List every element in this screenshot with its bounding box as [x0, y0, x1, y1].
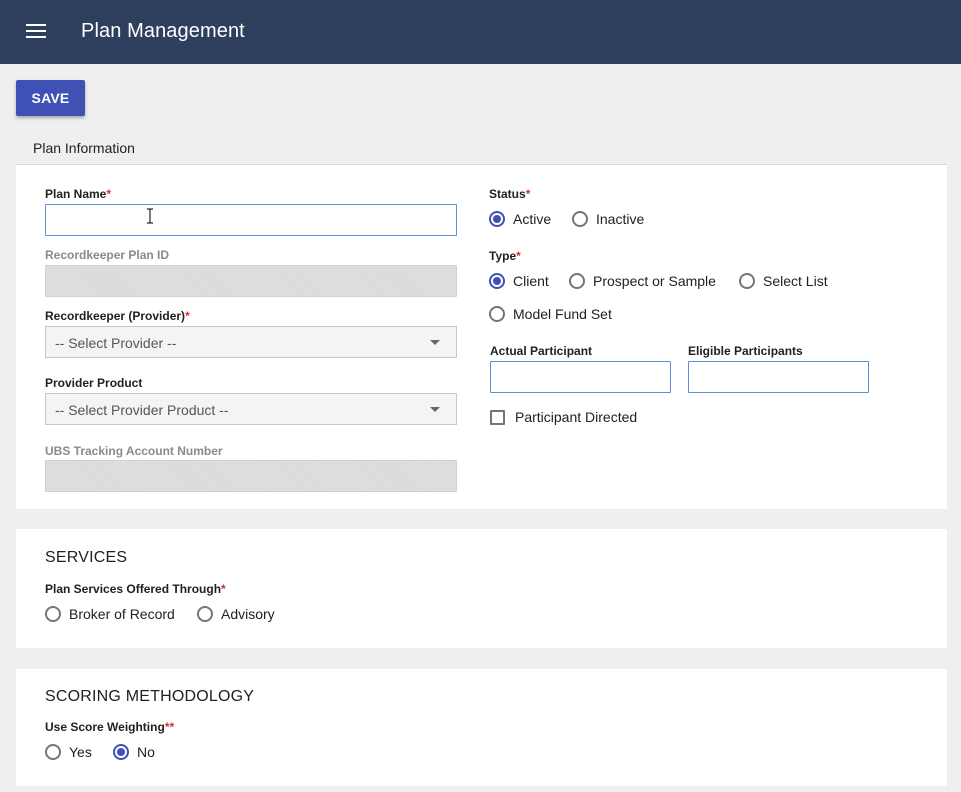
plan-name-label: Plan Name*	[45, 187, 112, 201]
provider-product-label: Provider Product	[45, 376, 143, 390]
type-radio-prospect[interactable]: Prospect or Sample	[569, 273, 716, 289]
actual-participant-input[interactable]	[490, 361, 671, 393]
type-radio-select-list[interactable]: Select List	[739, 273, 828, 289]
radio-checked-icon	[489, 211, 505, 227]
type-radio-client[interactable]: Client	[489, 273, 549, 289]
eligible-participants-label: Eligible Participants	[688, 344, 803, 358]
plan-information-card: Plan Name* Recordkeeper Plan ID Recordke…	[16, 165, 947, 509]
provider-product-select[interactable]: -- Select Provider Product --	[45, 393, 457, 425]
chevron-down-icon	[430, 407, 440, 412]
scoring-methodology-title: SCORING METHODOLOGY	[45, 688, 255, 705]
score-weighting-radio-no[interactable]: No	[113, 744, 155, 760]
chevron-down-icon	[430, 340, 440, 345]
status-radio-active[interactable]: Active	[489, 211, 551, 227]
recordkeeper-provider-label: Recordkeeper (Provider)*	[45, 309, 190, 323]
actual-participant-label: Actual Participant	[490, 344, 593, 358]
status-label: Status*	[489, 187, 531, 201]
radio-checked-icon	[489, 273, 505, 289]
ubs-tracking-label: UBS Tracking Account Number	[45, 444, 223, 458]
services-radio-advisory[interactable]: Advisory	[197, 606, 275, 622]
save-button[interactable]: SAVE	[16, 80, 85, 116]
type-radio-model-fund-set[interactable]: Model Fund Set	[489, 306, 612, 322]
radio-unchecked-icon	[572, 211, 588, 227]
use-score-weighting-label: Use Score Weighting**	[45, 720, 175, 734]
type-label: Type*	[489, 249, 521, 263]
scoring-methodology-card: SCORING METHODOLOGY Use Score Weighting*…	[16, 669, 947, 786]
participant-directed-checkbox[interactable]: Participant Directed	[490, 409, 637, 425]
services-radio-broker-of-record[interactable]: Broker of Record	[45, 606, 175, 622]
radio-unchecked-icon	[197, 606, 213, 622]
plan-name-input[interactable]	[45, 204, 457, 236]
score-weighting-radio-yes[interactable]: Yes	[45, 744, 92, 760]
provider-product-selected: -- Select Provider Product --	[55, 402, 229, 418]
services-title: SERVICES	[45, 549, 128, 566]
radio-unchecked-icon	[45, 606, 61, 622]
radio-checked-icon	[113, 744, 129, 760]
text-cursor-icon	[147, 208, 153, 224]
checkbox-unchecked-icon	[490, 409, 505, 425]
eligible-participants-input[interactable]	[688, 361, 869, 393]
plan-services-offered-label: Plan Services Offered Through*	[45, 582, 226, 596]
hamburger-menu-icon[interactable]	[26, 24, 46, 38]
recordkeeper-provider-selected: -- Select Provider --	[55, 335, 177, 351]
recordkeeper-plan-id-input	[45, 265, 457, 297]
app-bar: Plan Management	[0, 0, 961, 64]
radio-unchecked-icon	[489, 306, 505, 322]
tab-bar: Plan Information	[16, 130, 947, 165]
services-card: SERVICES Plan Services Offered Through* …	[16, 529, 947, 648]
page-title: Plan Management	[81, 20, 245, 42]
recordkeeper-plan-id-label: Recordkeeper Plan ID	[45, 248, 170, 262]
radio-unchecked-icon	[739, 273, 755, 289]
recordkeeper-provider-select[interactable]: -- Select Provider --	[45, 326, 457, 358]
radio-unchecked-icon	[569, 273, 585, 289]
ubs-tracking-input	[45, 460, 457, 492]
status-radio-inactive[interactable]: Inactive	[572, 211, 644, 227]
radio-unchecked-icon	[45, 744, 61, 760]
